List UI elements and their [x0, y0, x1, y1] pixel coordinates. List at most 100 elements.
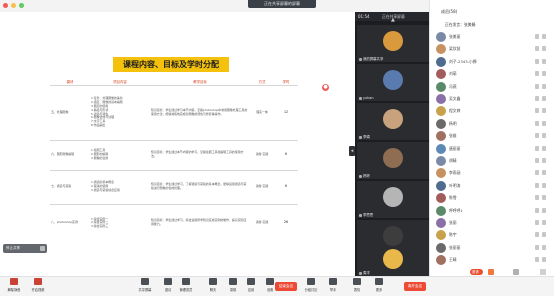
window-controls [3, 3, 24, 8]
table-row: 六、图形图像编辑 1.绘图工具 2.图形的编辑 3.图像的变换 知识目标：学生通… [50, 139, 298, 170]
mic-off-icon[interactable] [535, 96, 539, 101]
member-row[interactable]: 刘萌 [432, 68, 552, 80]
camera-off-icon[interactable] [542, 182, 546, 188]
course-table: 模块 项目内容 教学目标 方式 学时 五、处理图像 1.任务：处理图像的美化 2… [50, 78, 298, 242]
member-row[interactable]: 张丽丽 [432, 242, 552, 254]
share-banner[interactable]: 正在共享屏幕的屏幕 [248, 0, 316, 8]
camera-off-icon[interactable] [542, 145, 546, 151]
mic-off-icon[interactable] [535, 108, 539, 114]
unmute-button[interactable]: 解除静音 [3, 278, 25, 292]
member-row[interactable]: 陈宇 [432, 229, 552, 241]
member-row[interactable]: 陈雪 [432, 192, 552, 204]
member-row[interactable]: 王晴 [432, 254, 552, 266]
camera-off-icon[interactable] [542, 133, 546, 139]
camera-off-icon[interactable] [542, 83, 546, 89]
camera-off-icon[interactable] [542, 158, 546, 163]
participant-tile[interactable]: 周洋 [357, 246, 429, 276]
participant-tile[interactable]: 我的屏幕共享 [357, 25, 429, 62]
participant-tile[interactable]: yuhan [357, 64, 429, 101]
collapse-gallery-icon[interactable]: ◂ [349, 146, 355, 156]
mic-off-icon[interactable] [535, 46, 539, 52]
member-row[interactable]: 刘子-2343-小狮 [432, 56, 552, 68]
camera-off-icon[interactable] [542, 257, 546, 263]
mic-off-icon[interactable] [535, 170, 539, 176]
share-screen-icon [141, 278, 149, 285]
member-row[interactable]: 叶明涛 [432, 180, 552, 192]
popout-icon[interactable] [540, 269, 546, 275]
chevron-up-icon[interactable]: ▲ [391, 17, 395, 23]
member-name: 张丽丽 [449, 244, 461, 250]
participant-tile[interactable]: 李思思 [357, 181, 429, 218]
camera-off-icon[interactable] [542, 207, 546, 213]
mic-off-icon[interactable] [535, 133, 539, 139]
mic-off-icon[interactable] [535, 120, 539, 126]
maximize-dot-icon[interactable] [19, 3, 24, 8]
member-row[interactable]: 吴文鑫 [432, 93, 552, 105]
member-name: 杨明 [449, 120, 457, 126]
mic-off-icon[interactable] [535, 145, 539, 151]
mic-off-icon[interactable] [535, 182, 539, 188]
avatar [436, 131, 446, 142]
camera-off-icon[interactable] [542, 34, 546, 39]
mic-off-icon[interactable] [535, 58, 539, 64]
camera-off-icon[interactable] [542, 244, 546, 250]
raise-hand-button[interactable]: 举手 [322, 278, 344, 292]
leave-meeting-button[interactable]: 离开会议 [404, 282, 426, 291]
camera-off-icon[interactable] [542, 170, 546, 176]
member-name: 唐丽丽 [449, 145, 461, 151]
share-screen-button[interactable]: 共享屏幕 [134, 278, 156, 292]
mic-off-icon[interactable] [535, 232, 539, 238]
camera-off-icon[interactable] [542, 108, 546, 114]
header-goal: 教学目标 [193, 79, 207, 84]
member-row[interactable]: 李雨涵 [432, 167, 552, 179]
mic-off-icon[interactable] [535, 158, 539, 163]
manage-members-button[interactable]: 管理成员 [175, 278, 197, 292]
mic-off-icon[interactable] [535, 244, 539, 250]
reactions-button[interactable]: 表情 [346, 278, 368, 292]
more-button[interactable]: 更多 [368, 278, 390, 292]
avatar [436, 255, 446, 266]
mic-off-icon[interactable] [535, 207, 539, 213]
settings-icon[interactable] [513, 269, 519, 275]
member-row[interactable]: 程文婷 [432, 105, 552, 117]
member-row[interactable]: 呼呼呼1 [432, 205, 552, 217]
member-row[interactable]: 张美丽 [432, 31, 552, 43]
avatar [436, 81, 446, 92]
avatar [383, 187, 403, 207]
end-meeting-button[interactable]: 结束会议 [275, 282, 297, 291]
reaction-icon[interactable] [488, 269, 494, 275]
expand-icon[interactable] [40, 246, 45, 251]
participant-tile[interactable]: 婷婷 [357, 142, 429, 179]
member-row[interactable]: 张丽 [432, 217, 552, 229]
annotation-marker-icon[interactable]: ● [322, 84, 329, 91]
camera-off-icon[interactable] [542, 220, 546, 225]
mic-off-icon[interactable] [535, 83, 539, 89]
camera-off-icon[interactable] [542, 232, 546, 238]
mic-off-icon[interactable] [535, 220, 539, 225]
camera-off-icon[interactable] [542, 71, 546, 77]
camera-off-icon[interactable] [542, 120, 546, 126]
member-row[interactable]: 梁欣慧 [432, 43, 552, 55]
camera-off-icon[interactable] [542, 46, 546, 52]
close-dot-icon[interactable] [3, 3, 8, 8]
member-row[interactable]: 张维 [432, 130, 552, 142]
breakout-button[interactable]: 分组讨论 [300, 278, 322, 292]
mic-off-icon[interactable] [535, 257, 539, 263]
participant-tile[interactable]: 李娟 [357, 103, 429, 140]
camera-off-icon[interactable] [542, 195, 546, 201]
chat-button[interactable]: 聊天 [202, 278, 224, 292]
video-button[interactable]: 开启视频 [27, 278, 49, 292]
member-row[interactable]: 胡晴 [432, 155, 552, 167]
member-name: 陈宇 [449, 232, 457, 238]
avatar [436, 44, 446, 55]
table-row: 七、通道与蒙版 1.通道的基本概念 2.蒙版的使用 3.通道与蒙版综合应用 知识… [50, 169, 298, 204]
mic-off-icon[interactable] [535, 195, 539, 201]
minimize-dot-icon[interactable] [11, 3, 16, 8]
member-row[interactable]: 唐丽丽 [432, 143, 552, 155]
mic-off-icon[interactable] [535, 34, 539, 39]
camera-off-icon[interactable] [542, 96, 546, 101]
mic-off-icon[interactable] [535, 71, 539, 77]
member-row[interactable]: 杨明 [432, 118, 552, 130]
member-row[interactable]: 冯燕 [432, 81, 552, 93]
camera-off-icon[interactable] [542, 58, 546, 64]
